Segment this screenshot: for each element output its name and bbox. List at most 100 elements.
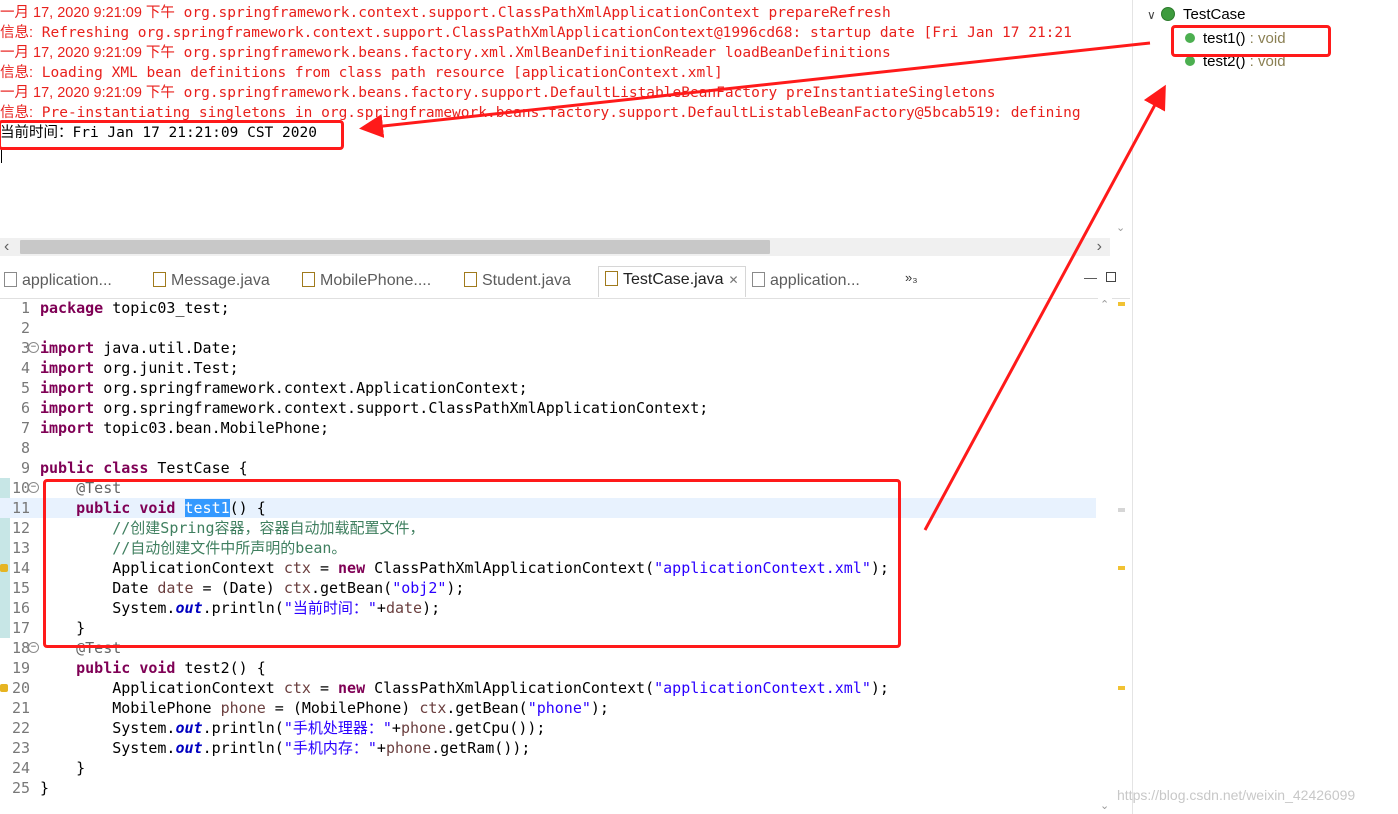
- tab-label: application...: [770, 272, 860, 289]
- chevron-up-icon[interactable]: ⌃: [1100, 298, 1109, 311]
- line-number: 11: [11, 499, 30, 517]
- fold-icon[interactable]: −: [28, 342, 39, 353]
- code-token: package: [40, 299, 104, 317]
- code-token: "手机处理器：": [283, 719, 392, 737]
- method-icon: [1185, 56, 1195, 67]
- code-line: 21 MobilePhone phone = (MobilePhone) ctx…: [0, 698, 1096, 718]
- code-line: 3− import java.util.Date;: [0, 338, 1096, 358]
- close-icon[interactable]: ✕: [729, 273, 739, 287]
- console-line: 信息: Refreshing org.springframework.conte…: [0, 23, 1108, 43]
- xml-file-icon: [4, 272, 17, 288]
- code-token: .getRam());: [431, 739, 531, 757]
- annotation-box-console-output: [0, 120, 344, 150]
- code-token: .getBean(: [446, 699, 528, 717]
- line-number: 14: [11, 559, 30, 577]
- code-token: System.: [40, 739, 176, 757]
- code-line: 23 System.out.println("手机内存："+phone.getR…: [0, 738, 1096, 758]
- line-number: 21: [11, 699, 30, 717]
- tab-overflow-button[interactable]: »₃: [905, 270, 918, 285]
- line-number: 7: [20, 419, 30, 437]
- line-number: 18: [11, 639, 30, 657]
- chevron-down-icon[interactable]: ⌄: [1116, 221, 1125, 234]
- console-horizontal-scrollbar[interactable]: ‹ ›: [0, 238, 1110, 256]
- line-number: 6: [20, 399, 30, 417]
- console-vertical-scrollbar[interactable]: ⌄: [1112, 0, 1130, 240]
- tab-label: MobilePhone....: [320, 272, 432, 289]
- line-number: 8: [20, 439, 30, 457]
- console-line-text: org.springframework.beans.factory.suppor…: [174, 85, 996, 101]
- line-number: 25: [11, 779, 30, 797]
- code-token: "手机内存：": [283, 739, 377, 757]
- java-file-icon: [605, 271, 618, 287]
- outline-class-item[interactable]: ∨ TestCase: [1147, 4, 1246, 26]
- console-line-text: org.springframework.context.support.Clas…: [174, 5, 891, 21]
- fold-icon[interactable]: −: [28, 642, 39, 653]
- editor-vertical-scrollbar[interactable]: ⌃ ⌄: [1098, 298, 1112, 814]
- line-number: 22: [11, 719, 30, 737]
- code-token: import: [40, 339, 95, 357]
- chevron-down-icon[interactable]: ⌄: [1100, 799, 1109, 812]
- maximize-icon[interactable]: [1106, 272, 1116, 282]
- line-number: 2: [20, 319, 30, 337]
- code-token: import: [40, 419, 95, 437]
- code-token: = (MobilePhone): [265, 699, 420, 717]
- code-token: "phone": [527, 699, 591, 717]
- class-icon: [1161, 7, 1175, 22]
- scrollbar-thumb[interactable]: [20, 240, 770, 254]
- overview-marker[interactable]: [1118, 302, 1125, 306]
- overview-marker[interactable]: [1118, 686, 1125, 690]
- java-file-icon: [464, 272, 477, 288]
- editor-tab-bar: application... Message.java MobilePhone.…: [0, 262, 1130, 299]
- code-token: topic03.bean.MobilePhone;: [94, 419, 329, 437]
- tab-application-xml-1[interactable]: application...: [4, 268, 112, 298]
- tab-application-xml-2[interactable]: application...: [752, 268, 860, 298]
- annotation-box-test1-method: [43, 479, 901, 648]
- console-line-text: Loading XML bean definitions from class …: [33, 65, 723, 81]
- line-number: 17: [11, 619, 30, 637]
- tab-label: application...: [22, 272, 112, 289]
- tab-student-java[interactable]: Student.java: [464, 268, 571, 298]
- code-token: org.junit.Test;: [94, 359, 239, 377]
- console-line-prefix: 信息:: [0, 65, 34, 81]
- overview-marker[interactable]: [1118, 566, 1125, 570]
- code-token: out: [175, 739, 203, 757]
- code-line: 19 public void test2() {: [0, 658, 1096, 678]
- code-line: 5 import org.springframework.context.Appl…: [0, 378, 1096, 398]
- watermark: https://blog.csdn.net/weixin_42426099: [1117, 787, 1356, 803]
- tab-mobilephone-java[interactable]: MobilePhone....: [302, 268, 431, 298]
- line-number: 23: [11, 739, 30, 757]
- code-token: topic03_test;: [103, 299, 230, 317]
- code-token: );: [590, 699, 609, 717]
- overview-ruler[interactable]: [1116, 298, 1126, 814]
- tab-label: Message.java: [171, 272, 270, 289]
- overview-marker[interactable]: [1118, 508, 1125, 512]
- fold-icon[interactable]: −: [28, 482, 39, 493]
- tab-testcase-java[interactable]: TestCase.java ✕: [598, 266, 746, 297]
- chevron-right-icon[interactable]: ›: [1097, 238, 1102, 256]
- chevron-left-icon[interactable]: ‹: [4, 238, 9, 256]
- code-token: .getCpu());: [446, 719, 546, 737]
- line-number: 19: [11, 659, 30, 677]
- code-token: org.springframework.context.ApplicationC…: [94, 379, 528, 397]
- code-token: +: [391, 719, 401, 737]
- tab-message-java[interactable]: Message.java: [153, 268, 270, 298]
- console-line-prefix: 一月 17, 2020 9:21:09 下午: [0, 45, 175, 61]
- line-number: 16: [11, 599, 30, 617]
- code-line: 20 ApplicationContext ctx = new ClassPat…: [0, 678, 1096, 698]
- outline-view: ∨ TestCase test1() : void test2() : void: [1132, 0, 1398, 814]
- line-number: 13: [11, 539, 30, 557]
- line-number: 5: [20, 379, 30, 397]
- tab-label: TestCase.java: [623, 271, 724, 288]
- code-token: }: [40, 779, 50, 797]
- code-token: "applicationContext.xml": [654, 679, 871, 697]
- expand-chevron-icon[interactable]: ∨: [1147, 4, 1161, 26]
- code-token: import: [40, 399, 95, 417]
- minimize-icon[interactable]: —: [1084, 270, 1097, 285]
- console-line: 一月 17, 2020 9:21:09 下午 org.springframewo…: [0, 3, 1108, 23]
- java-file-icon: [302, 272, 315, 288]
- console-line: 一月 17, 2020 9:21:09 下午 org.springframewo…: [0, 83, 1108, 103]
- code-line: 2: [0, 318, 1096, 338]
- line-number: 20: [11, 679, 30, 697]
- code-token: public void: [40, 659, 176, 677]
- code-token: org.springframework.context.support.Clas…: [94, 399, 709, 417]
